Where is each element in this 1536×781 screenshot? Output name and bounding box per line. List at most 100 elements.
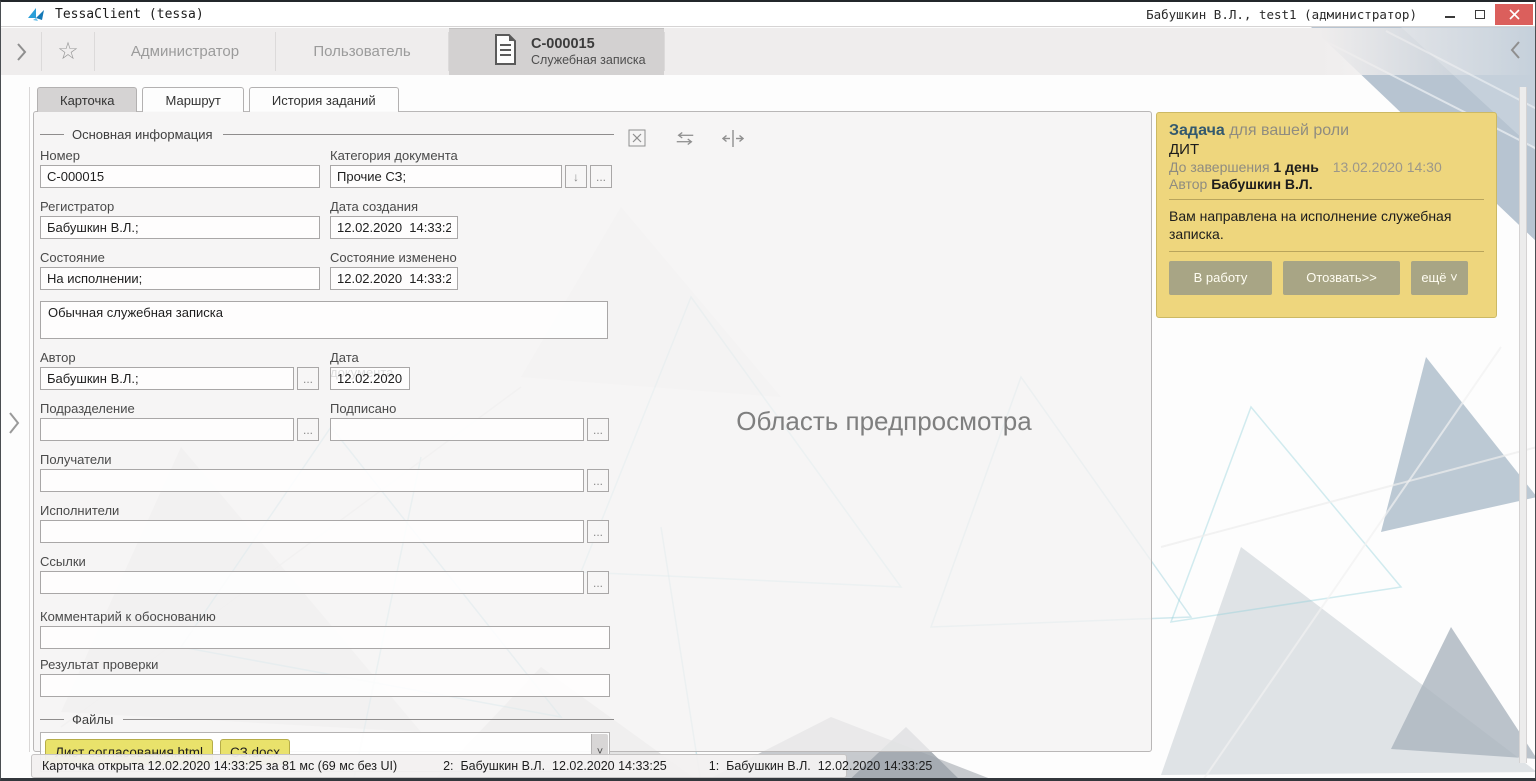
doc-date-input[interactable] [330,367,410,390]
ellipsis-icon: ... [303,423,313,437]
app-logo-icon [27,7,45,22]
recipients-input[interactable] [40,469,584,492]
task-take-button[interactable]: В работу [1169,261,1272,295]
links-label: Ссылки [40,554,614,571]
split-adjust-button[interactable] [722,128,744,148]
close-button[interactable] [1495,4,1533,25]
status-history-1: 1: Бабушкин В.Л. 12.02.2020 14:33:25 [709,759,933,773]
state-changed-input[interactable] [330,267,458,290]
preview-area-placeholder: Область предпросмотра [734,404,1034,439]
tab-user[interactable]: Пользователь [276,28,448,75]
category-label: Категория документа [330,148,614,165]
ellipsis-icon: ... [593,525,603,539]
tabs-overflow-button[interactable] [1,28,41,75]
created-label: Дата создания [330,199,458,216]
close-preview-button[interactable] [626,128,648,148]
ellipsis-icon: ... [596,170,606,184]
tab-document-number: С-000015 [531,35,646,53]
state-label: Состояние [40,250,320,267]
category-input[interactable] [330,165,562,188]
task-author: Бабушкин В.Л. [1211,176,1312,192]
status-open-info: Карточка открыта 12.02.2020 14:33:25 за … [42,759,397,773]
favorites-button[interactable]: ☆ [42,28,94,75]
recipients-label: Получатели [40,452,614,469]
ellipsis-icon: ... [593,576,603,590]
tab-document-s000015[interactable]: С-000015 Служебная записка [449,28,664,75]
current-user-label: Бабушкин В.Л., test1 (администратор) [1146,7,1417,22]
document-card: Область предпросмотра Основная информаци… [33,111,1152,752]
registrar-input[interactable] [40,216,320,239]
category-dropdown-button[interactable]: ↓ [565,165,587,188]
author-label: Автор [40,350,324,367]
comment-label: Комментарий к обоснованию [40,609,610,626]
task-more-button[interactable]: ещё ˅ [1411,261,1468,295]
statusbar: Карточка открыта 12.02.2020 14:33:25 за … [31,754,847,778]
task-revoke-button[interactable]: Отозвать>> [1283,261,1400,295]
check-result-label: Результат проверки [40,657,610,674]
links-select-button[interactable]: ... [587,571,609,594]
department-label: Подразделение [40,401,324,418]
task-author-label: Автор [1169,176,1207,192]
minimize-button[interactable] [1435,4,1465,25]
task-message: Вам направлена на исполнение служебная з… [1169,207,1484,244]
right-panel-splitter[interactable] [1519,87,1527,763]
performers-select-button[interactable]: ... [587,520,609,543]
author-input[interactable] [40,367,294,390]
tab-document-type: Служебная записка [531,53,646,69]
section-main-info: Основная информация [40,126,614,142]
ellipsis-icon: ... [593,423,603,437]
document-icon [493,34,518,69]
task-card: Задача для вашей роли ДИТ До завершения … [1156,112,1497,318]
chevron-right-icon [15,41,27,63]
close-icon [1509,9,1520,20]
number-label: Номер [40,148,320,165]
chevron-left-icon [1510,39,1522,61]
department-input[interactable] [40,418,294,441]
signed-select-button[interactable]: ... [587,418,609,441]
ellipsis-icon: ... [593,474,603,488]
close-box-icon [628,129,646,147]
preview-toolbar [626,128,744,148]
main-info-form: Основная информация Номер Категория доку… [40,126,614,772]
titlebar: TessaClient (tessa) Бабушкин В.Л., test1… [1,2,1535,27]
task-title: Задача [1169,122,1225,139]
main-tabstrip: ☆ Администратор Пользователь С-000015 [1,28,1535,75]
swap-panels-button[interactable] [674,128,696,148]
created-input[interactable] [330,216,458,239]
swap-arrows-icon [674,131,696,146]
performers-label: Исполнители [40,503,614,520]
subtab-task-history[interactable]: История заданий [249,87,399,112]
department-select-button[interactable]: ... [297,418,319,441]
state-input[interactable] [40,267,320,290]
subject-textarea[interactable]: Обычная служебная записка [40,301,608,339]
signed-input[interactable] [330,418,584,441]
tab-administrator[interactable]: Администратор [95,28,275,75]
left-panel-expander[interactable] [6,407,26,443]
split-resize-icon [722,130,744,147]
status-history-2: 2: Бабушкин В.Л. 12.02.2020 14:33:25 [443,759,667,773]
chevron-right-icon [6,407,22,439]
subtab-card[interactable]: Карточка [37,87,137,112]
star-icon: ☆ [57,37,79,66]
tabs-scroll-right-button[interactable] [1501,36,1531,64]
recipients-select-button[interactable]: ... [587,469,609,492]
author-select-button[interactable]: ... [297,367,319,390]
registrar-label: Регистратор [40,199,320,216]
task-deadline-label: До завершения [1169,159,1270,175]
comment-input[interactable] [40,626,610,649]
left-panel-divider [29,87,30,752]
subtab-route[interactable]: Маршрут [142,87,243,112]
maximize-button[interactable] [1465,4,1495,25]
task-subtitle: для вашей роли [1229,122,1349,139]
window-title: TessaClient (tessa) [55,7,204,22]
task-deadline-value: 1 день [1273,159,1318,175]
check-result-input[interactable] [40,674,610,697]
state-changed-label: Состояние изменено [330,250,458,267]
card-subtabs: Карточка Маршрут История заданий [37,87,399,112]
links-input[interactable] [40,571,584,594]
category-select-button[interactable]: ... [590,165,612,188]
doc-date-label: Дата документа [330,350,410,367]
number-input[interactable] [40,165,320,188]
section-files: Файлы [40,711,614,727]
performers-input[interactable] [40,520,584,543]
